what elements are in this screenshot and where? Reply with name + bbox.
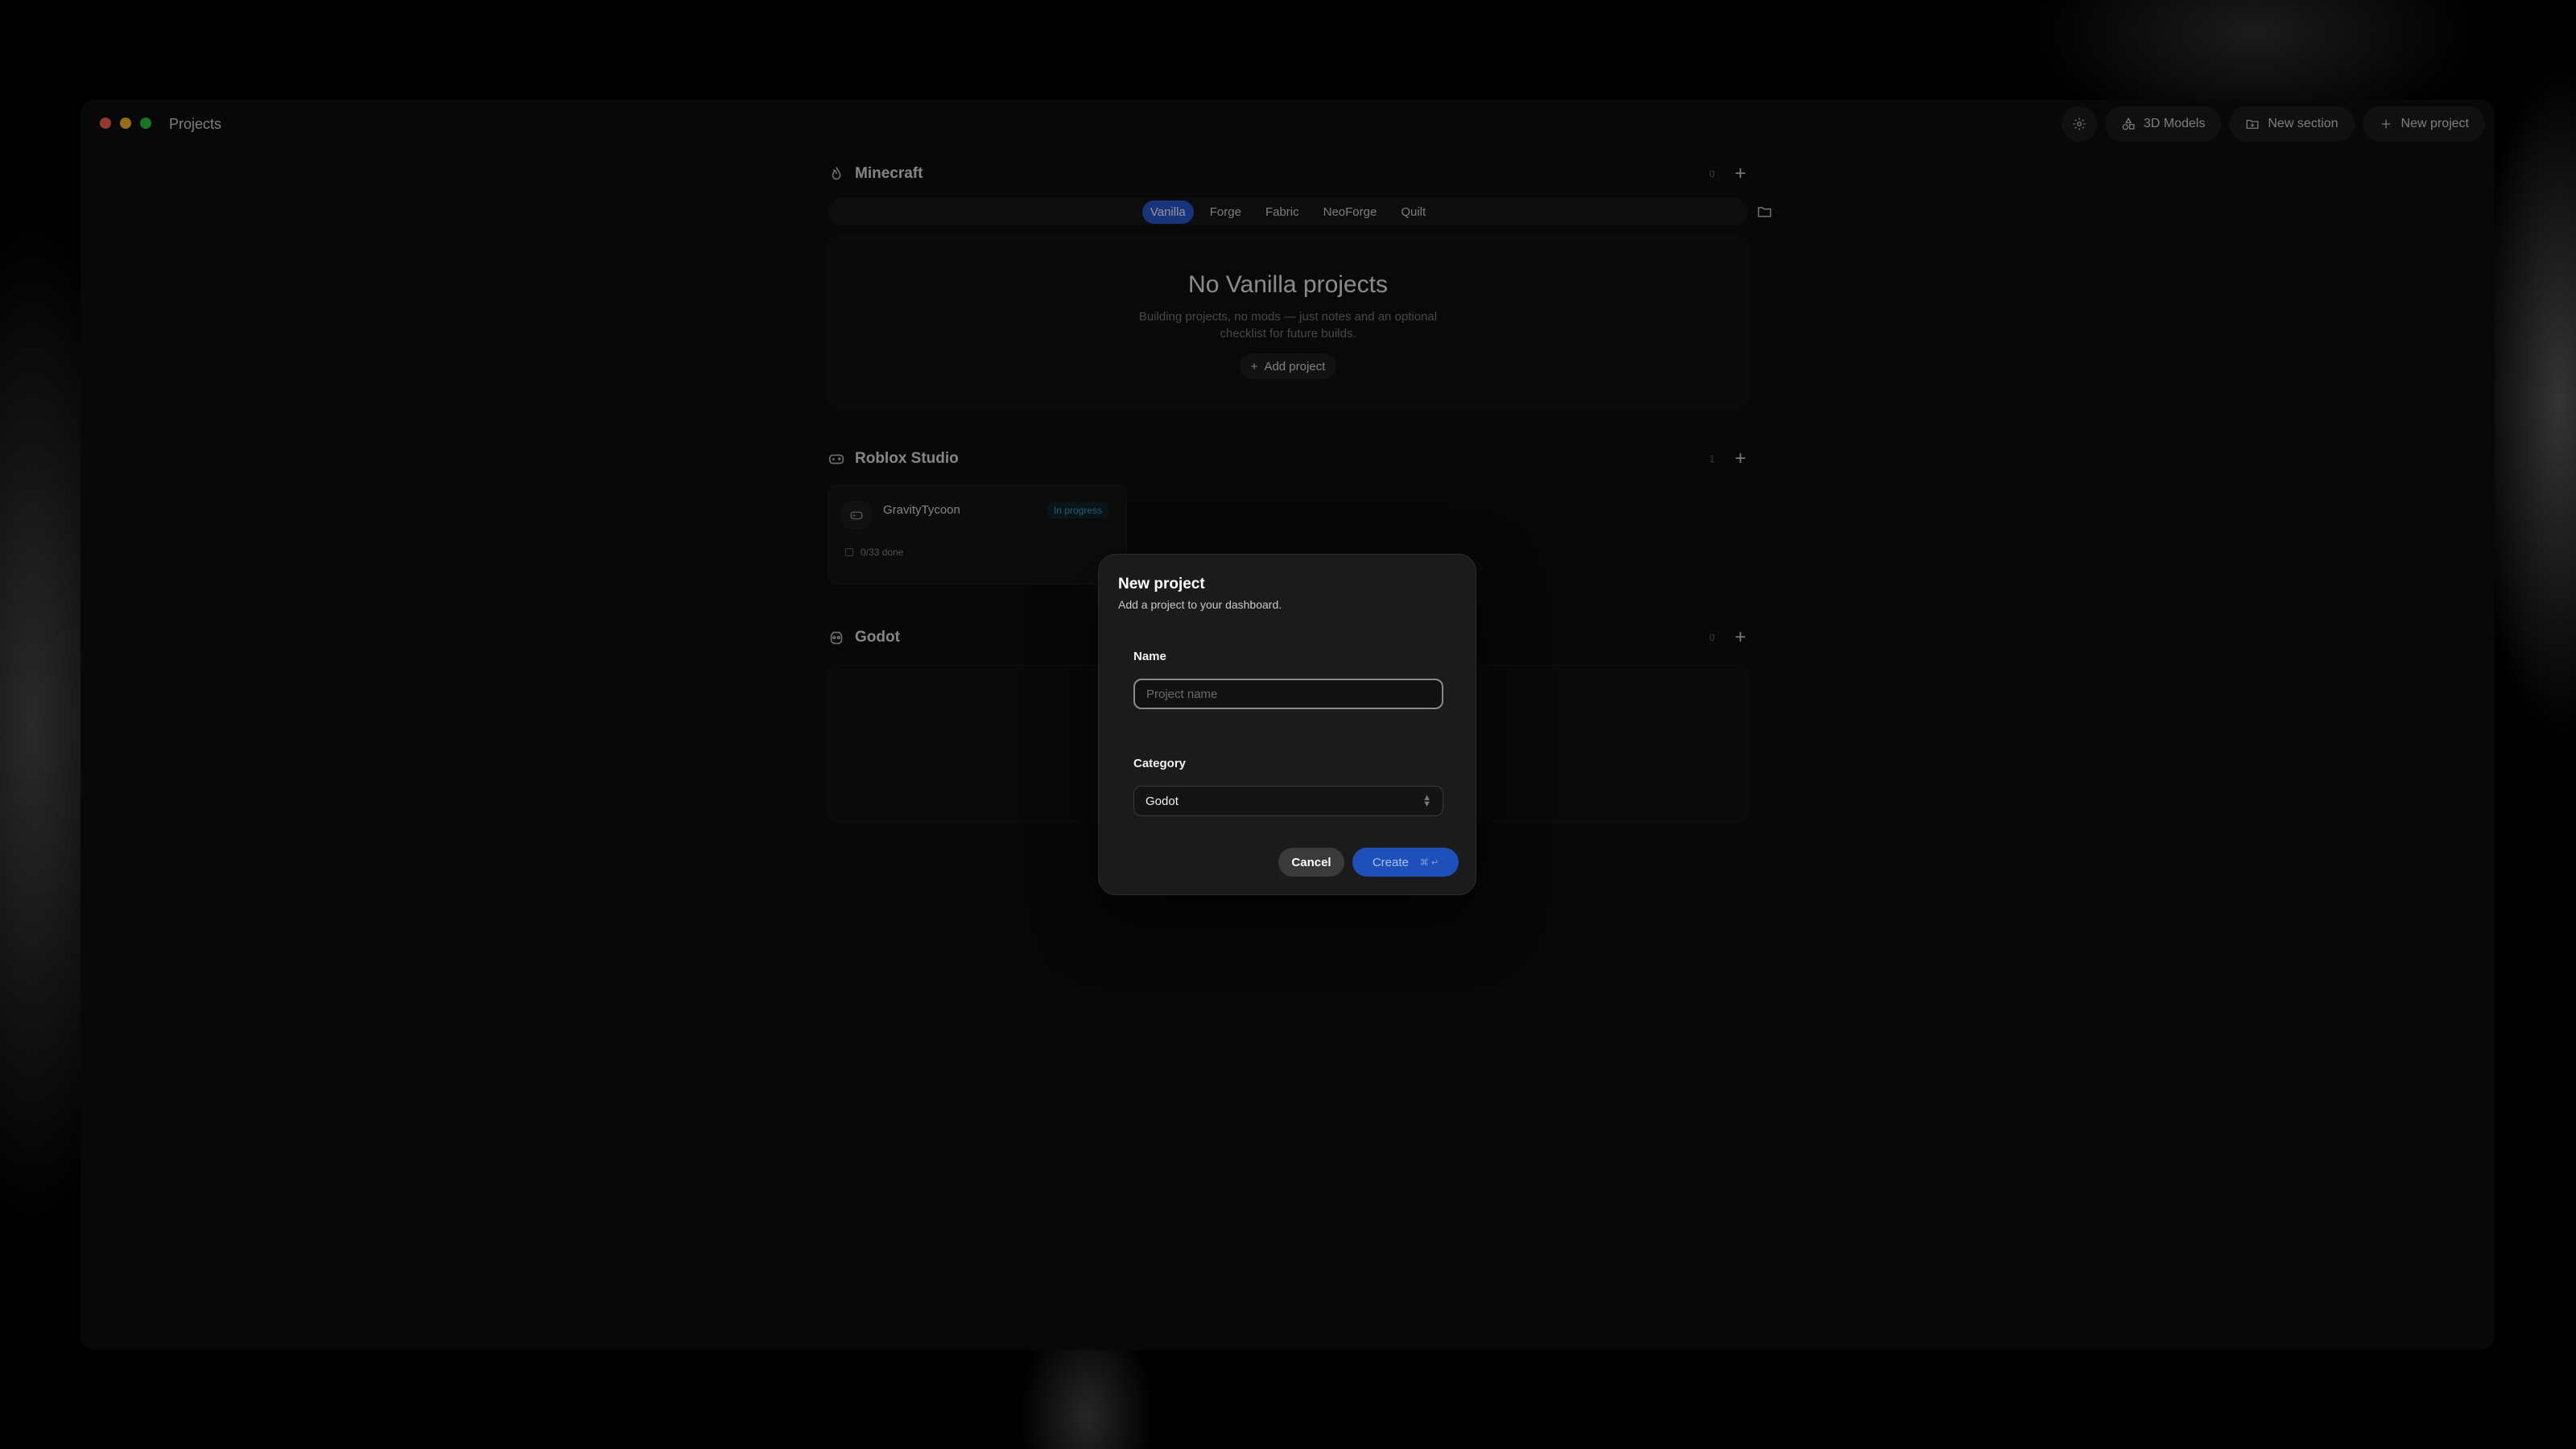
- dialog-title: New project: [1118, 576, 1205, 592]
- create-button[interactable]: Create ⌘ ↵: [1352, 848, 1459, 877]
- chevron-up-down-icon: ▲ ▼: [1422, 793, 1431, 809]
- create-label: Create: [1372, 855, 1409, 869]
- name-label: Name: [1133, 650, 1166, 663]
- dialog-subtitle: Add a project to your dashboard.: [1118, 598, 1282, 611]
- keyboard-shortcut: ⌘ ↵: [1419, 857, 1439, 868]
- category-select[interactable]: Godot ▲ ▼: [1133, 786, 1443, 816]
- category-label: Category: [1133, 757, 1187, 770]
- cancel-button[interactable]: Cancel: [1278, 848, 1344, 877]
- project-name-input[interactable]: [1133, 679, 1443, 709]
- new-project-dialog: New project Add a project to your dashbo…: [1098, 554, 1476, 895]
- category-value: Godot: [1146, 794, 1179, 808]
